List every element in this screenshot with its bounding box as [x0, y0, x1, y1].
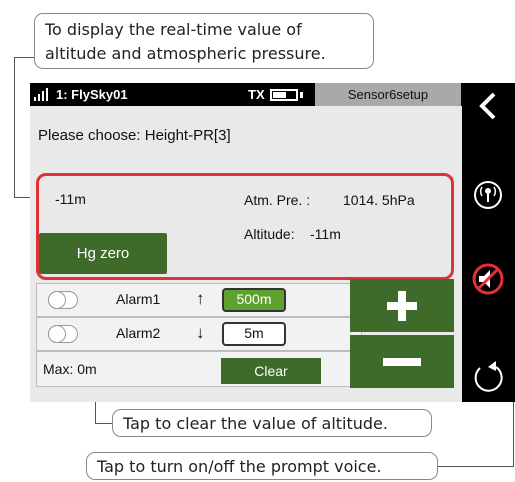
back-button[interactable] — [472, 89, 506, 128]
minus-button[interactable] — [350, 335, 454, 388]
connector-line — [14, 57, 15, 197]
right-sidebar — [462, 83, 515, 402]
voice-toggle-button[interactable] — [468, 259, 508, 304]
model-name: 1: FlySky01 — [56, 87, 128, 102]
alarm2-label: Alarm2 — [116, 325, 161, 341]
altitude-label: Altitude: — [244, 226, 295, 242]
connector-line — [95, 423, 112, 424]
battery-icon — [270, 89, 298, 101]
plus-icon — [387, 291, 417, 321]
alarm2-value-field[interactable]: 5m — [222, 322, 286, 346]
battery-tip — [300, 92, 303, 98]
height-value: -11m — [55, 191, 86, 207]
altitude-value: -11m — [310, 226, 341, 242]
atm-pressure-value: 1014. 5hPa — [343, 192, 415, 208]
callout-top-line2: altitude and atmospheric pressure. — [45, 44, 326, 63]
connector-line — [438, 466, 514, 467]
minus-icon — [383, 358, 421, 366]
max-value-label: Max: 0m — [43, 361, 97, 377]
callout-prompt-voice: Tap to turn on/off the prompt voice. — [86, 452, 438, 480]
refresh-icon — [474, 361, 503, 392]
alarm1-value-field[interactable]: 500m — [222, 288, 286, 312]
arrow-up-icon: ↑ — [196, 289, 205, 308]
callout-clear-altitude: Tap to clear the value of altitude. — [112, 409, 432, 437]
clear-button[interactable]: Clear — [221, 358, 321, 384]
toggle-knob — [48, 291, 66, 309]
callout-display-info: To display the real-time value of altitu… — [34, 13, 374, 69]
toggle-knob — [48, 325, 66, 343]
choose-sensor-text: Please choose: Height-PR[3] — [38, 127, 231, 144]
atm-pressure-label: Atm. Pre. : — [244, 192, 311, 208]
callout-middle-text: Tap to clear the value of altitude. — [123, 414, 388, 433]
plus-button[interactable] — [350, 279, 454, 332]
chevron-left-icon — [479, 92, 496, 120]
tx-label: TX — [248, 87, 265, 102]
battery-fill — [273, 92, 286, 98]
refresh-button[interactable] — [468, 355, 508, 400]
tab-sensor-setup[interactable]: Sensor6setup — [315, 83, 461, 106]
alarm2-toggle[interactable] — [48, 325, 78, 343]
speaker-muted-icon — [472, 263, 504, 295]
callout-bottom-text: Tap to turn on/off the prompt voice. — [97, 457, 382, 476]
hg-zero-button[interactable]: Hg zero — [39, 233, 167, 274]
signal-icon — [34, 88, 54, 106]
arrow-down-icon: ↓ — [196, 323, 205, 342]
sensor-button[interactable] — [468, 175, 508, 220]
antenna-sensor-icon — [474, 181, 502, 209]
device-screen: 1: FlySky01 TX Sensor6setup Please choos… — [30, 83, 463, 402]
alarm1-toggle[interactable] — [48, 291, 78, 309]
connector-line — [14, 57, 34, 58]
alarm1-label: Alarm1 — [116, 291, 161, 307]
status-bar: 1: FlySky01 TX Sensor6setup — [30, 83, 463, 106]
callout-top-line1: To display the real-time value of — [45, 20, 302, 39]
